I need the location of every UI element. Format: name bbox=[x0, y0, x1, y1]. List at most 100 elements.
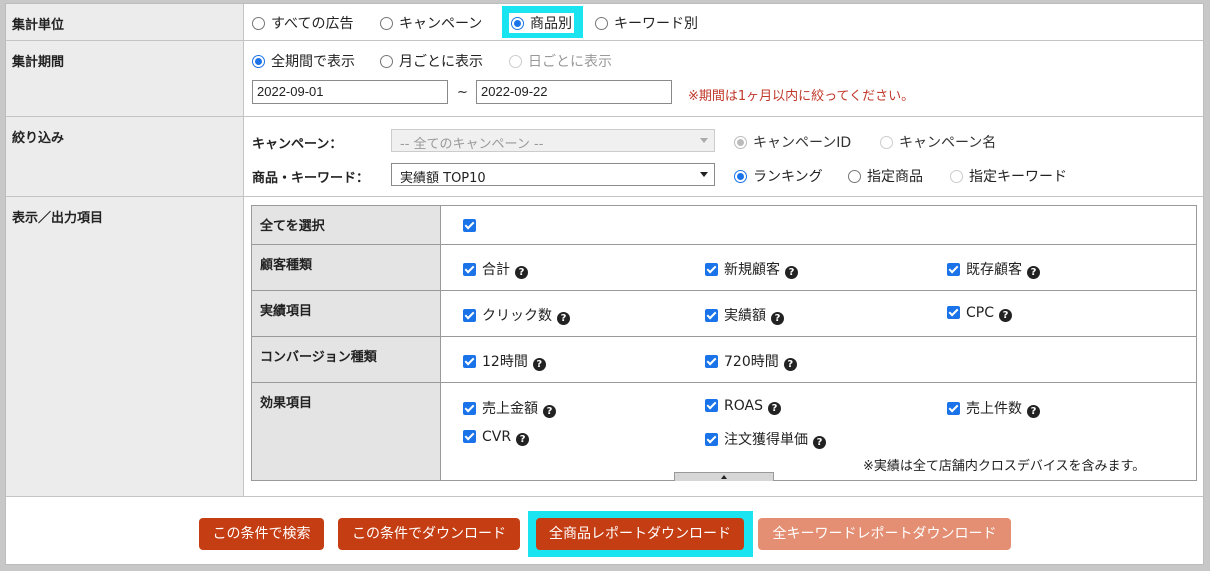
chevron-down-icon bbox=[700, 138, 708, 143]
checkbox-icon bbox=[463, 355, 476, 368]
checkbox-icon bbox=[947, 402, 960, 415]
checkbox-new-customer[interactable]: 新規顧客? bbox=[705, 259, 798, 279]
select-all-checkbox[interactable] bbox=[463, 218, 476, 234]
checkbox-icon bbox=[705, 399, 718, 412]
start-date-input[interactable]: 2022-09-01 bbox=[252, 80, 448, 104]
radio-icon bbox=[509, 55, 522, 68]
checkbox-sales-count[interactable]: 売上件数? bbox=[947, 398, 1040, 418]
aggregation-unit-row: 集計単位 すべての広告 キャンペーン 商品別 キーワード別 bbox=[6, 4, 1203, 41]
help-icon[interactable]: ? bbox=[767, 402, 781, 415]
radio-specified-product[interactable]: 指定商品 bbox=[848, 166, 923, 186]
checkbox-icon bbox=[705, 309, 718, 322]
display-items-label: 表示／出力項目 bbox=[6, 197, 244, 496]
radio-icon bbox=[848, 170, 861, 183]
download-button[interactable]: この条件でダウンロード bbox=[338, 518, 520, 550]
help-icon[interactable]: ? bbox=[532, 358, 546, 371]
checkbox-icon bbox=[705, 433, 718, 446]
help-icon[interactable]: ? bbox=[515, 266, 528, 279]
radio-by-keyword[interactable]: キーワード別 bbox=[595, 13, 698, 33]
help-icon[interactable]: ? bbox=[783, 358, 797, 371]
display-items-table: 全てを選択 顧客種類 合計? 新規顧客? 既存顧客? 実績項目 クリック数? 実… bbox=[251, 205, 1197, 481]
customer-type-label: 顧客種類 bbox=[252, 245, 441, 290]
radio-icon bbox=[734, 170, 747, 183]
period-note: ※期間は1ヶ月以内に絞ってください。 bbox=[688, 89, 915, 104]
radio-icon bbox=[380, 55, 393, 68]
checkbox-icon bbox=[705, 355, 718, 368]
checkbox-roas[interactable]: ROAS? bbox=[705, 398, 781, 415]
radio-icon bbox=[252, 55, 265, 68]
help-icon[interactable]: ? bbox=[557, 312, 570, 325]
crossdevice-footnote: ※実績は全て店舗内クロスデバイスを含みます。 bbox=[863, 459, 1146, 474]
checkbox-720h[interactable]: 720時間? bbox=[705, 351, 797, 371]
end-date-input[interactable]: 2022-09-22 bbox=[476, 80, 672, 104]
report-settings-panel: 集計単位 すべての広告 キャンペーン 商品別 キーワード別 集計期間 全期間で表… bbox=[5, 3, 1204, 565]
checkbox-cpc[interactable]: CPC? bbox=[947, 305, 1012, 322]
campaign-select[interactable]: -- 全てのキャンペーン -- bbox=[391, 129, 715, 152]
performance-items-label: 実績項目 bbox=[252, 291, 441, 336]
radio-by-product[interactable]: 商品別 bbox=[509, 13, 574, 33]
period-label: 集計期間 bbox=[6, 41, 244, 116]
checkbox-icon bbox=[463, 219, 476, 232]
period-row: 集計期間 全期間で表示 月ごとに表示 日ごとに表示 2022-09-01 ~ 2… bbox=[6, 41, 1203, 117]
radio-monthly[interactable]: 月ごとに表示 bbox=[380, 51, 483, 71]
product-select[interactable]: 実績額 TOP10 bbox=[391, 163, 715, 186]
checkbox-icon bbox=[947, 263, 960, 276]
checkbox-sales-amount[interactable]: 売上金額? bbox=[463, 398, 556, 418]
help-icon[interactable]: ? bbox=[813, 436, 826, 449]
checkbox-12h[interactable]: 12時間? bbox=[463, 351, 546, 371]
help-icon[interactable]: ? bbox=[1027, 266, 1040, 279]
search-button[interactable]: この条件で検索 bbox=[199, 518, 324, 550]
all-products-report-button[interactable]: 全商品レポートダウンロード bbox=[536, 518, 744, 550]
checkbox-icon bbox=[463, 402, 476, 415]
help-icon[interactable]: ? bbox=[999, 309, 1012, 322]
radio-specified-keyword[interactable]: 指定キーワード bbox=[950, 166, 1067, 186]
customer-type-row: 顧客種類 合計? 新規顧客? 既存顧客? bbox=[252, 245, 1196, 291]
conversion-type-label: コンバージョン種類 bbox=[252, 337, 441, 382]
checkbox-icon bbox=[947, 306, 960, 319]
radio-campaign[interactable]: キャンペーン bbox=[380, 13, 482, 33]
checkbox-actual-amount[interactable]: 実績額? bbox=[705, 305, 784, 325]
help-icon[interactable]: ? bbox=[543, 405, 556, 418]
checkbox-total[interactable]: 合計? bbox=[463, 259, 528, 279]
all-keywords-report-button[interactable]: 全キーワードレポートダウンロード bbox=[758, 518, 1011, 550]
radio-campaign-name[interactable]: キャンペーン名 bbox=[880, 132, 996, 152]
checkbox-cost-per-order[interactable]: 注文獲得単価? bbox=[705, 429, 826, 449]
checkbox-clicks[interactable]: クリック数? bbox=[463, 305, 570, 325]
filter-row: 絞り込み キャンペーン： -- 全てのキャンペーン -- キャンペーンID キャ… bbox=[6, 117, 1203, 197]
radio-icon bbox=[511, 17, 524, 30]
conversion-type-row: コンバージョン種類 12時間? 720時間? bbox=[252, 337, 1196, 383]
select-all-row: 全てを選択 bbox=[252, 206, 1196, 245]
radio-all-period[interactable]: 全期間で表示 bbox=[252, 51, 355, 71]
chevron-down-icon bbox=[700, 172, 708, 177]
performance-items-row: 実績項目 クリック数? 実績額? CPC? bbox=[252, 291, 1196, 337]
effect-items-row: 効果項目 売上金額? ROAS? 売上件数? CVR? 注文獲得単価? ※実績は… bbox=[252, 383, 1196, 481]
select-all-label: 全てを選択 bbox=[252, 206, 441, 244]
checkbox-icon bbox=[463, 263, 476, 276]
effect-items-label: 効果項目 bbox=[252, 383, 441, 480]
help-icon[interactable]: ? bbox=[785, 266, 798, 279]
date-separator: ~ bbox=[457, 85, 468, 100]
checkbox-icon bbox=[463, 309, 476, 322]
help-icon[interactable]: ? bbox=[1027, 405, 1040, 418]
help-icon[interactable]: ? bbox=[771, 312, 784, 325]
radio-icon bbox=[950, 170, 963, 183]
radio-icon bbox=[880, 136, 893, 149]
radio-campaign-id[interactable]: キャンペーンID bbox=[734, 132, 851, 152]
radio-icon bbox=[252, 17, 265, 30]
product-keyword-label: 商品・キーワード： bbox=[252, 171, 370, 186]
aggregation-unit-label: 集計単位 bbox=[6, 4, 244, 40]
radio-ranking[interactable]: ランキング bbox=[734, 166, 823, 186]
filter-label: 絞り込み bbox=[6, 117, 244, 196]
checkbox-existing-customer[interactable]: 既存顧客? bbox=[947, 259, 1040, 279]
collapse-toggle[interactable] bbox=[674, 472, 774, 481]
radio-icon bbox=[380, 17, 393, 30]
campaign-filter-label: キャンペーン： bbox=[252, 137, 343, 152]
radio-icon bbox=[734, 136, 747, 149]
radio-all-ads[interactable]: すべての広告 bbox=[252, 13, 353, 33]
checkbox-cvr[interactable]: CVR? bbox=[463, 429, 530, 446]
checkbox-icon bbox=[463, 430, 476, 443]
help-icon[interactable]: ? bbox=[516, 433, 530, 446]
checkbox-icon bbox=[705, 263, 718, 276]
radio-daily[interactable]: 日ごとに表示 bbox=[509, 51, 612, 71]
radio-icon bbox=[595, 17, 608, 30]
